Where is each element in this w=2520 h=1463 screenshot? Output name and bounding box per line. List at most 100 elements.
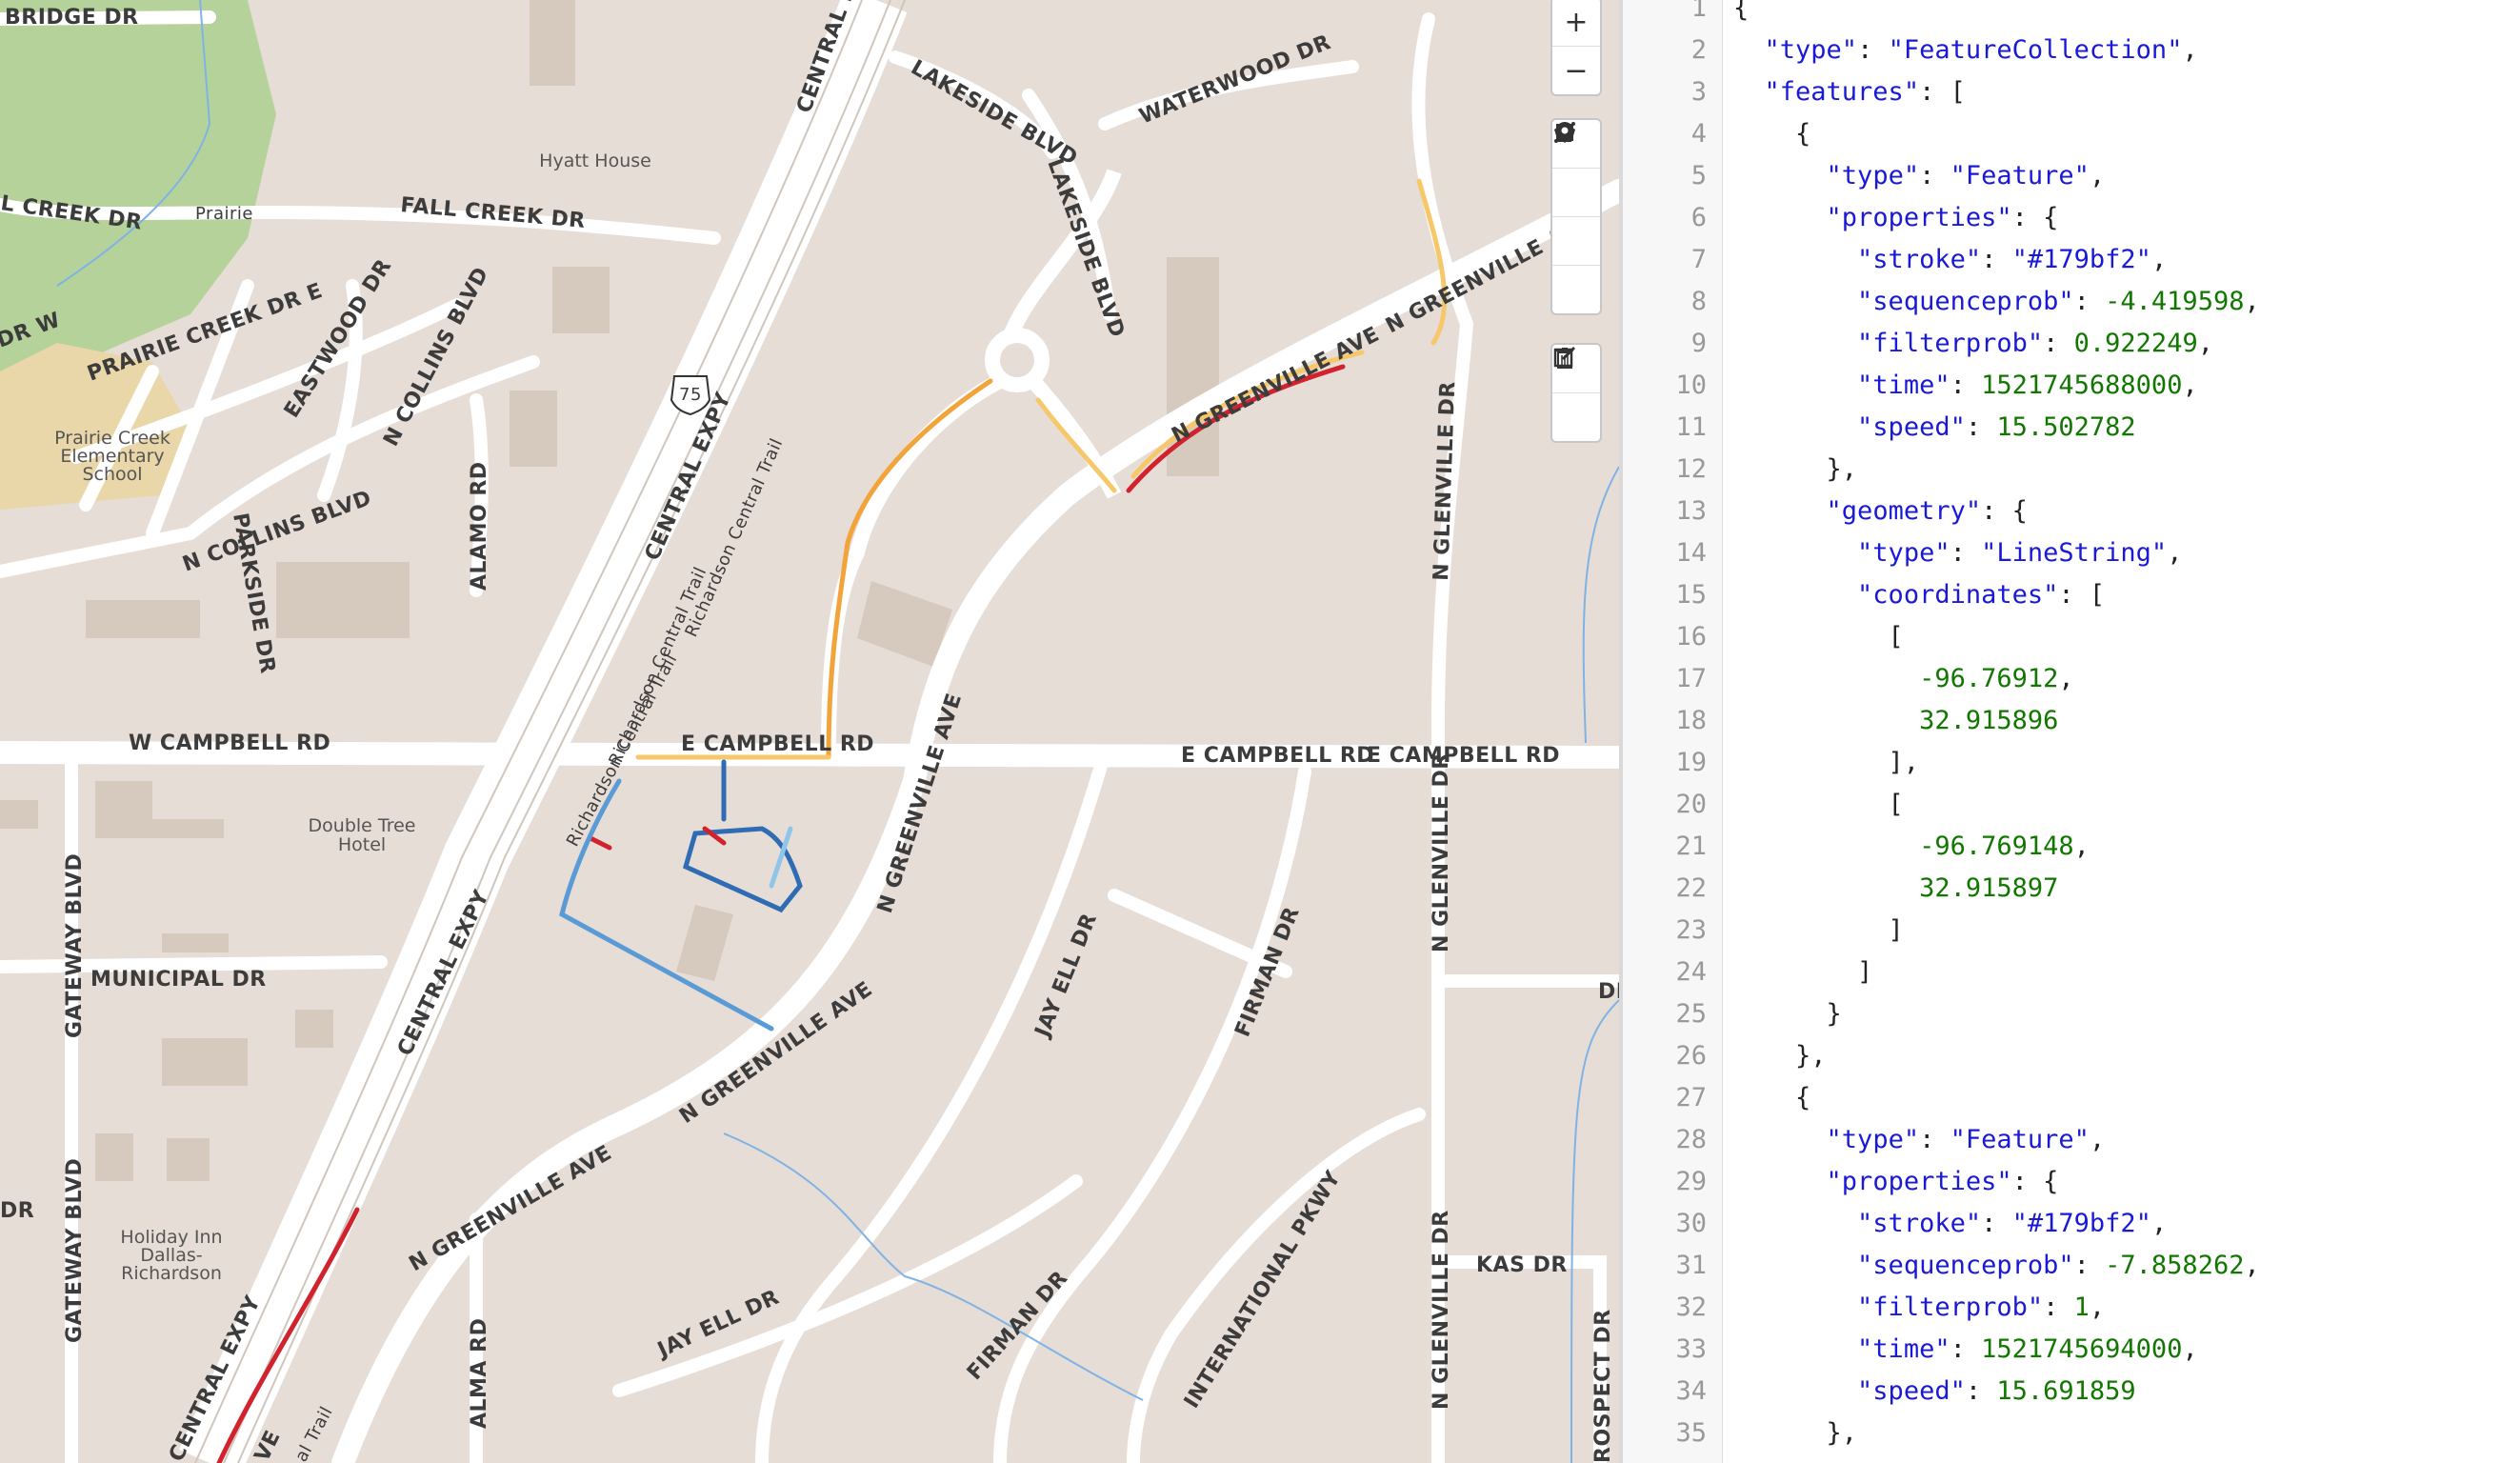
- code-text: "features": [: [1764, 77, 1966, 107]
- line-number: 18: [1675, 706, 1707, 735]
- code-line[interactable]: 16 [: [1623, 616, 2520, 658]
- code-line[interactable]: 20 [: [1623, 784, 2520, 826]
- street-label: KAS DR: [1476, 1253, 1568, 1277]
- code-line[interactable]: 31 "sequenceprob": -7.858262,: [1623, 1245, 2520, 1287]
- line-number: 6: [1690, 203, 1707, 232]
- code-text: "stroke": "#179bf2",: [1857, 245, 2168, 274]
- code-line[interactable]: 26 },: [1623, 1035, 2520, 1077]
- trail-label: al Trail: [291, 1403, 337, 1463]
- line-number: 19: [1675, 748, 1707, 777]
- line-number: 8: [1690, 287, 1707, 316]
- code-line[interactable]: 11 "speed": 15.502782: [1623, 407, 2520, 449]
- code-line[interactable]: 12 },: [1623, 449, 2520, 491]
- street-label: BRIDGE DR: [5, 6, 139, 30]
- code-line[interactable]: 1{: [1623, 0, 2520, 30]
- code-text: "sequenceprob": -7.858262,: [1857, 1251, 2260, 1280]
- street-label: ALMA RD: [468, 1318, 491, 1429]
- line-number: 9: [1690, 329, 1707, 358]
- street-label: ROSPECT DR: [1591, 1309, 1615, 1463]
- street-label: ALAMO RD: [468, 461, 491, 591]
- roundabout: [821, 169, 1122, 753]
- code-line[interactable]: 18 32.915896: [1623, 700, 2520, 742]
- app-window: 75 BRIDGE DR L CREEK DR Prairie FALL CRE…: [0, 0, 2520, 1463]
- code-line[interactable]: 23 ]: [1623, 910, 2520, 952]
- code-line[interactable]: 6 "properties": {: [1623, 197, 2520, 239]
- code-line[interactable]: 35 },: [1623, 1413, 2520, 1454]
- code-line[interactable]: 28 "type": "Feature",: [1623, 1119, 2520, 1161]
- code-text: {: [1733, 119, 1811, 149]
- street-label: N GLENVILLE DR: [1430, 1210, 1453, 1410]
- code-line[interactable]: 3 "features": [: [1623, 71, 2520, 113]
- zoom-in-button[interactable]: +: [1552, 0, 1600, 47]
- line-number: 14: [1675, 538, 1707, 568]
- code-text: 32.915897: [1919, 873, 2059, 903]
- street-label: DR: [0, 1199, 34, 1223]
- code-line[interactable]: 8 "sequenceprob": -4.419598,: [1623, 281, 2520, 323]
- line-number: 21: [1675, 832, 1707, 861]
- line-number: 35: [1675, 1418, 1707, 1448]
- code-text: },: [1733, 1041, 1827, 1071]
- code-line[interactable]: 17 -96.76912,: [1623, 658, 2520, 700]
- line-number: 1: [1690, 0, 1707, 23]
- code-line[interactable]: 15 "coordinates": [: [1623, 574, 2520, 616]
- major-roads: [0, 179, 1619, 1463]
- code-text: "time": 1521745694000,: [1857, 1334, 2198, 1364]
- poi-label: Hyatt House: [539, 150, 651, 171]
- street-label: W CAMPBELL RD: [129, 732, 330, 755]
- code-line[interactable]: 7 "stroke": "#179bf2",: [1623, 239, 2520, 281]
- code-text: }: [1733, 999, 1842, 1029]
- line-number: 28: [1675, 1125, 1707, 1154]
- code-text: [: [1733, 790, 1904, 819]
- code-line[interactable]: 13 "geometry": {: [1623, 491, 2520, 532]
- code-text: ]: [1733, 957, 1873, 987]
- code-line[interactable]: 19 ],: [1623, 742, 2520, 784]
- code-text: "type": "Feature",: [1826, 1125, 2106, 1154]
- code-text: "type": "FeatureCollection",: [1764, 35, 2198, 65]
- street-label: GATEWAY BLVD: [63, 1158, 87, 1343]
- code-line[interactable]: 29 "properties": {: [1623, 1161, 2520, 1203]
- code-line[interactable]: 2 "type": "FeatureCollection",: [1623, 30, 2520, 71]
- us75-shield-label: 75: [679, 385, 702, 405]
- delete-layers-button[interactable]: [1552, 348, 1600, 441]
- code-text: -96.76912,: [1919, 664, 2074, 693]
- code-line[interactable]: 21 -96.769148,: [1623, 826, 2520, 868]
- code-line[interactable]: 5 "type": "Feature",: [1623, 155, 2520, 197]
- map-canvas[interactable]: 75 BRIDGE DR L CREEK DR Prairie FALL CRE…: [0, 0, 1619, 1463]
- code-line[interactable]: 14 "type": "LineString",: [1623, 532, 2520, 574]
- line-number: 15: [1675, 580, 1707, 610]
- code-line[interactable]: 9 "filterprob": 0.922249,: [1623, 323, 2520, 365]
- code-text: {: [1733, 0, 1750, 23]
- code-line[interactable]: 30 "stroke": "#179bf2",: [1623, 1203, 2520, 1245]
- code-text: "properties": {: [1826, 1167, 2059, 1196]
- code-line[interactable]: 27 {: [1623, 1077, 2520, 1119]
- poi-label: Double Tree: [309, 815, 416, 836]
- code-line[interactable]: 32 "filterprob": 1,: [1623, 1287, 2520, 1329]
- json-editor[interactable]: 1{2 "type": "FeatureCollection", 3 "featu…: [1623, 0, 2520, 1463]
- code-text: },: [1733, 454, 1858, 484]
- code-text: "speed": 15.502782: [1857, 412, 2136, 442]
- street-label: MUNICIPAL DR: [90, 968, 267, 992]
- map-panel[interactable]: 75 BRIDGE DR L CREEK DR Prairie FALL CRE…: [0, 0, 1619, 1463]
- draw-rectangle-button[interactable]: [1552, 124, 1600, 266]
- street-label: E CAMPBELL RD: [681, 732, 874, 756]
- line-number: 16: [1675, 622, 1707, 651]
- code-line[interactable]: 25 }: [1623, 993, 2520, 1035]
- code-line[interactable]: 22 32.915897: [1623, 868, 2520, 910]
- code-line[interactable]: 4 {: [1623, 113, 2520, 155]
- code-text: "type": "Feature",: [1826, 161, 2106, 190]
- code-line[interactable]: 10 "time": 1521745688000,: [1623, 365, 2520, 407]
- draw-toolbar: [1550, 118, 1602, 315]
- code-line[interactable]: 34 "speed": 15.691859: [1623, 1371, 2520, 1413]
- zoom-out-button[interactable]: −: [1552, 47, 1600, 94]
- line-number: 22: [1675, 873, 1707, 903]
- trash-icon: [1556, 348, 1573, 369]
- code-text: "geometry": {: [1826, 496, 2028, 526]
- draw-polygon-button[interactable]: [1552, 122, 1600, 217]
- poi-label: School: [82, 464, 142, 485]
- code-line[interactable]: 24 ]: [1623, 952, 2520, 993]
- code-text: "filterprob": 0.922249,: [1857, 329, 2213, 358]
- code-text: "properties": {: [1826, 203, 2059, 232]
- draw-marker-button[interactable]: [1552, 122, 1600, 313]
- street-label: N GLENVILLE DR: [1430, 752, 1453, 952]
- code-line[interactable]: 33 "time": 1521745694000,: [1623, 1329, 2520, 1371]
